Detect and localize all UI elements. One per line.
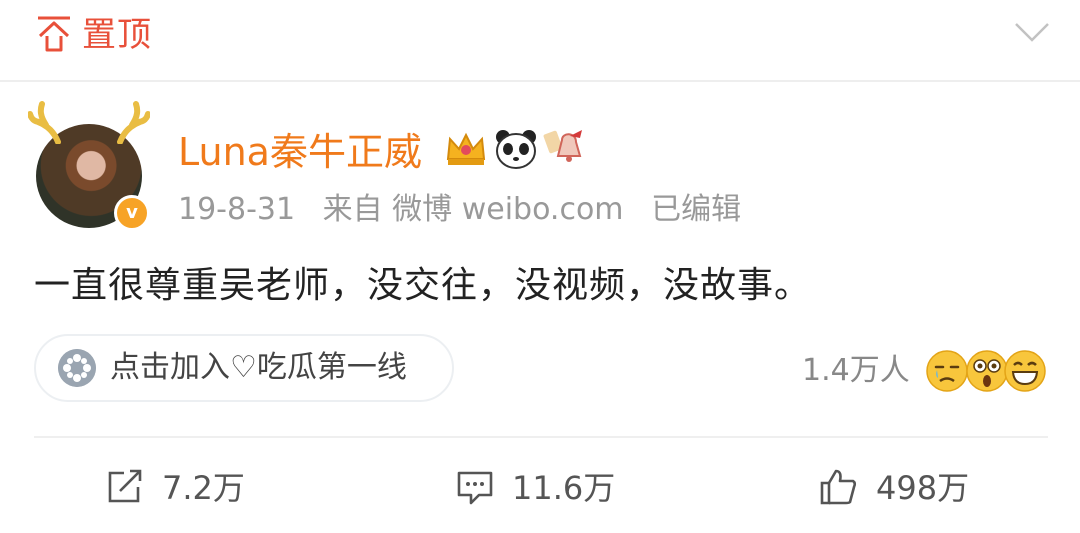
divider — [0, 80, 1080, 82]
super-topic-pill[interactable]: 点击加入♡吃瓜第一线 — [34, 334, 454, 402]
repost-icon[interactable] — [104, 467, 144, 507]
divider — [34, 436, 1048, 438]
comment-count[interactable]: 11.6万 — [512, 466, 615, 510]
crying-face-icon[interactable] — [926, 350, 968, 392]
chevron-down-icon[interactable] — [1012, 16, 1052, 46]
post-meta: 19-8-31 来自 微博 weibo.com 已编辑 — [178, 190, 759, 230]
astonished-face-icon[interactable] — [966, 350, 1008, 392]
post-source[interactable]: 来自 微博 weibo.com — [323, 192, 624, 227]
pin-top-icon — [38, 16, 70, 52]
edited-label[interactable]: 已编辑 — [651, 192, 741, 227]
antler-decoration-icon — [28, 101, 61, 144]
repost-count[interactable]: 7.2万 — [162, 466, 245, 510]
grinning-face-icon[interactable] — [1004, 350, 1046, 392]
super-topic-icon — [58, 349, 96, 387]
post-text: 一直很尊重吴老师，没交往，没视频，没故事。 — [34, 265, 812, 306]
pinned-label: 置顶 — [82, 15, 152, 55]
like-icon[interactable] — [818, 467, 858, 507]
panda-badge-icon[interactable] — [494, 128, 538, 170]
pinned-header: 置顶 — [0, 0, 1080, 80]
comment-icon[interactable] — [455, 467, 495, 507]
post-date: 19-8-31 — [178, 192, 296, 227]
username[interactable]: Luna秦牛正威 — [178, 126, 422, 178]
super-topic-label: 点击加入♡吃瓜第一线 — [110, 350, 407, 385]
verified-badge-icon: v — [114, 195, 150, 231]
antler-decoration-icon — [117, 101, 150, 144]
bell-badge-icon[interactable] — [542, 126, 588, 172]
reaction-count[interactable]: 1.4万人 — [802, 350, 910, 392]
vip-crown-icon[interactable] — [444, 129, 488, 169]
like-count[interactable]: 498万 — [876, 466, 969, 510]
avatar[interactable]: v — [28, 100, 150, 231]
